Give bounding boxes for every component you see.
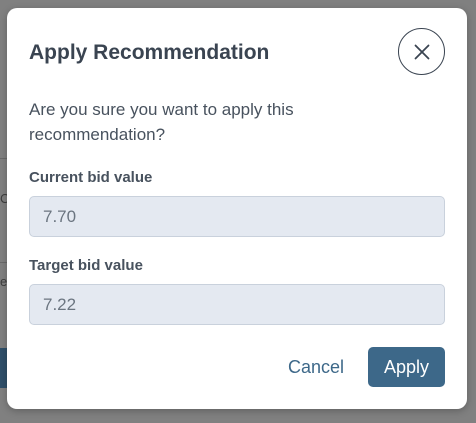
cancel-button[interactable]: Cancel — [278, 347, 354, 387]
close-button[interactable] — [398, 28, 445, 75]
current-bid-field[interactable] — [29, 196, 445, 237]
apply-recommendation-dialog: Apply Recommendation Are you sure you wa… — [7, 8, 467, 409]
current-bid-label: Current bid value — [29, 169, 153, 186]
close-icon — [414, 44, 429, 59]
target-bid-label: Target bid value — [29, 257, 143, 274]
confirmation-message: Are you sure you want to apply this reco… — [29, 100, 294, 144]
apply-button[interactable]: Apply — [368, 347, 445, 387]
modal-backdrop[interactable]: C e Apply Recommendation Are you sure yo… — [0, 0, 476, 423]
target-bid-field[interactable] — [29, 284, 445, 325]
dialog-title: Apply Recommendation — [29, 41, 270, 64]
